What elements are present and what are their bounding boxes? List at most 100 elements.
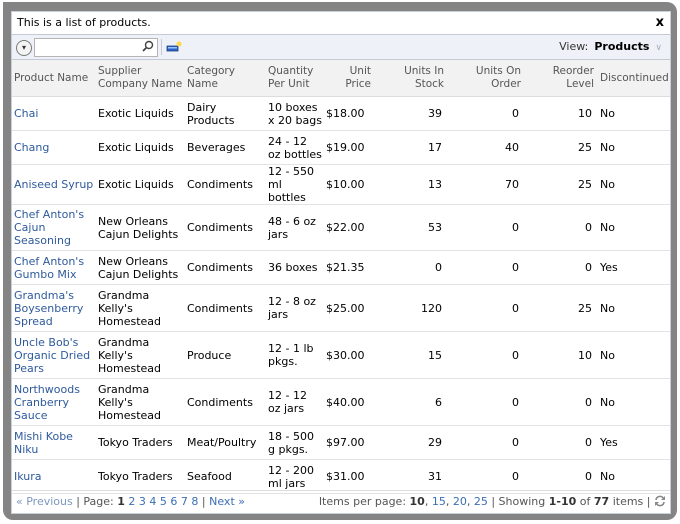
column-header-supplier[interactable]: Supplier Company Name	[96, 60, 185, 97]
supplier-cell: Tokyo Traders	[96, 425, 185, 460]
quantity-cell: 24 - 12 oz bottles	[266, 130, 324, 165]
column-header-unit-price[interactable]: Unit Price	[324, 60, 375, 97]
supplier-cell: Exotic Liquids	[96, 96, 185, 131]
of-label: of	[579, 495, 591, 508]
table-row[interactable]: Chef Anton's Cajun Seasoning New Orleans …	[12, 204, 670, 251]
table-row[interactable]: Ikura Tokyo Traders Seafood 12 - 200 ml jar…	[12, 459, 670, 494]
quantity-cell: 12 - 1 lb pkgs.	[266, 331, 324, 379]
pager: « Previous | Page: 1 2 3 4 5 6 7 8 | Nex…	[12, 490, 670, 513]
table-row[interactable]: Mishi Kobe Niku Tokyo Traders Meat/Poultry…	[12, 425, 670, 460]
view-value[interactable]: Products	[594, 40, 649, 53]
category-cell: Condiments	[185, 204, 266, 251]
column-header-category[interactable]: Category Name	[185, 60, 266, 97]
product-name-link[interactable]: Chang	[12, 130, 96, 165]
search-input[interactable]	[35, 39, 141, 56]
product-name-link[interactable]: Northwoods Cranberry Sauce	[12, 378, 96, 426]
previous-link[interactable]: « Previous	[16, 495, 73, 508]
page-size-links: 10, 15, 20, 25	[409, 495, 488, 508]
category-cell: Produce	[185, 331, 266, 379]
discontinued-cell: No	[598, 164, 670, 205]
supplier-cell: Grandma Kelly's Homestead	[96, 378, 185, 426]
product-name-link[interactable]: Grandma's Boysenberry Spread	[12, 284, 96, 332]
page-links: 1 2 3 4 5 6 7 8	[117, 495, 198, 508]
discontinued-cell: Yes	[598, 425, 670, 460]
items-per-page-label: Items per page:	[318, 495, 407, 508]
units-on-order-cell: 0	[448, 331, 525, 379]
table-row[interactable]: Chef Anton's Gumbo Mix New Orleans Cajun …	[12, 250, 670, 285]
column-header-quantity[interactable]: Quantity Per Unit	[266, 60, 324, 97]
product-name-link[interactable]: Uncle Bob's Organic Dried Pears	[12, 331, 96, 379]
page-link[interactable]: 7	[181, 495, 188, 508]
unit-price-cell: $10.00	[324, 164, 375, 205]
close-button[interactable]: x	[656, 12, 664, 34]
column-header-discontinued[interactable]: Discontinued	[598, 60, 670, 97]
column-header-units-on-order[interactable]: Units On Order	[448, 60, 525, 97]
page-link[interactable]: 3	[139, 495, 146, 508]
quick-find-options-button[interactable]: ▾	[16, 40, 32, 56]
reorder-level-cell: 10	[525, 96, 598, 131]
page-size-link[interactable]: 10	[410, 495, 425, 508]
table-row[interactable]: Aniseed Syrup Exotic Liquids Condiments 12 …	[12, 164, 670, 205]
page-link[interactable]: 6	[170, 495, 177, 508]
column-header-product-name[interactable]: Product Name	[12, 60, 96, 97]
table-row[interactable]: Chai Exotic Liquids Dairy Products 10 boxes…	[12, 96, 670, 131]
search-icon[interactable]	[142, 40, 154, 52]
supplier-cell: Exotic Liquids	[96, 130, 185, 165]
product-name-link[interactable]: Chef Anton's Cajun Seasoning	[12, 204, 96, 251]
unit-price-cell: $18.00	[324, 96, 375, 131]
table-row[interactable]: Uncle Bob's Organic Dried Pears Grandma K…	[12, 331, 670, 379]
column-header-reorder-level[interactable]: Reorder Level	[525, 60, 598, 97]
page-link[interactable]: 5	[160, 495, 167, 508]
page-link[interactable]: 8	[191, 495, 198, 508]
showing-label: Showing	[498, 495, 546, 508]
product-name-link[interactable]: Chai	[12, 96, 96, 131]
product-name-link[interactable]: Chef Anton's Gumbo Mix	[12, 250, 96, 285]
units-on-order-cell: 0	[448, 250, 525, 285]
table-row[interactable]: Grandma's Boysenberry Spread Grandma Kell…	[12, 284, 670, 332]
quantity-cell: 10 boxes x 20 bags	[266, 96, 324, 131]
table-row[interactable]: Northwoods Cranberry Sauce Grandma Kelly'…	[12, 378, 670, 426]
page-label: Page:	[83, 495, 114, 508]
supplier-cell: Tokyo Traders	[96, 459, 185, 494]
units-on-order-cell: 0	[448, 459, 525, 494]
next-link[interactable]: Next »	[209, 495, 245, 508]
product-name-link[interactable]: Aniseed Syrup	[12, 164, 96, 205]
page-size-link[interactable]: 15	[432, 495, 446, 508]
refresh-icon[interactable]	[654, 495, 666, 507]
quantity-cell: 12 - 12 oz jars	[266, 378, 324, 426]
modal-frame: This is a list of products. x ▾ View: Pro…	[3, 2, 677, 520]
quantity-cell: 48 - 6 oz jars	[266, 204, 324, 251]
search-box	[34, 38, 158, 57]
unit-price-cell: $21.35	[324, 250, 375, 285]
units-in-stock-cell: 0	[375, 250, 448, 285]
page-link[interactable]: 4	[149, 495, 156, 508]
reorder-level-cell: 0	[525, 204, 598, 251]
page-link[interactable]: 1	[117, 495, 125, 508]
view-selector[interactable]: View: Products ∨	[559, 35, 662, 60]
products-table: Product Name Supplier Company Name Categ…	[12, 60, 670, 494]
units-in-stock-cell: 39	[375, 96, 448, 131]
supplier-cell: New Orleans Cajun Delights	[96, 204, 185, 251]
unit-price-cell: $22.00	[324, 204, 375, 251]
supplier-cell: Grandma Kelly's Homestead	[96, 284, 185, 332]
table-row[interactable]: Chang Exotic Liquids Beverages 24 - 12 oz b…	[12, 130, 670, 165]
units-in-stock-cell: 53	[375, 204, 448, 251]
page-size-link[interactable]: 25	[474, 495, 488, 508]
category-cell: Condiments	[185, 164, 266, 205]
column-header-units-in-stock[interactable]: Units In Stock	[375, 60, 448, 97]
chevron-down-icon[interactable]: ∨	[655, 43, 662, 53]
quantity-cell: 12 - 200 ml jars	[266, 459, 324, 494]
units-on-order-cell: 0	[448, 425, 525, 460]
units-in-stock-cell: 29	[375, 425, 448, 460]
reorder-level-cell: 0	[525, 425, 598, 460]
unit-price-cell: $31.00	[324, 459, 375, 494]
page-size-link[interactable]: 20	[453, 495, 467, 508]
units-on-order-cell: 0	[448, 96, 525, 131]
page-link[interactable]: 2	[128, 495, 135, 508]
category-cell: Meat/Poultry	[185, 425, 266, 460]
quantity-cell: 18 - 500 g pkgs.	[266, 425, 324, 460]
reorder-level-cell: 10	[525, 331, 598, 379]
product-name-link[interactable]: Mishi Kobe Niku	[12, 425, 96, 460]
new-row-icon[interactable]	[166, 41, 182, 53]
product-name-link[interactable]: Ikura	[12, 459, 96, 494]
